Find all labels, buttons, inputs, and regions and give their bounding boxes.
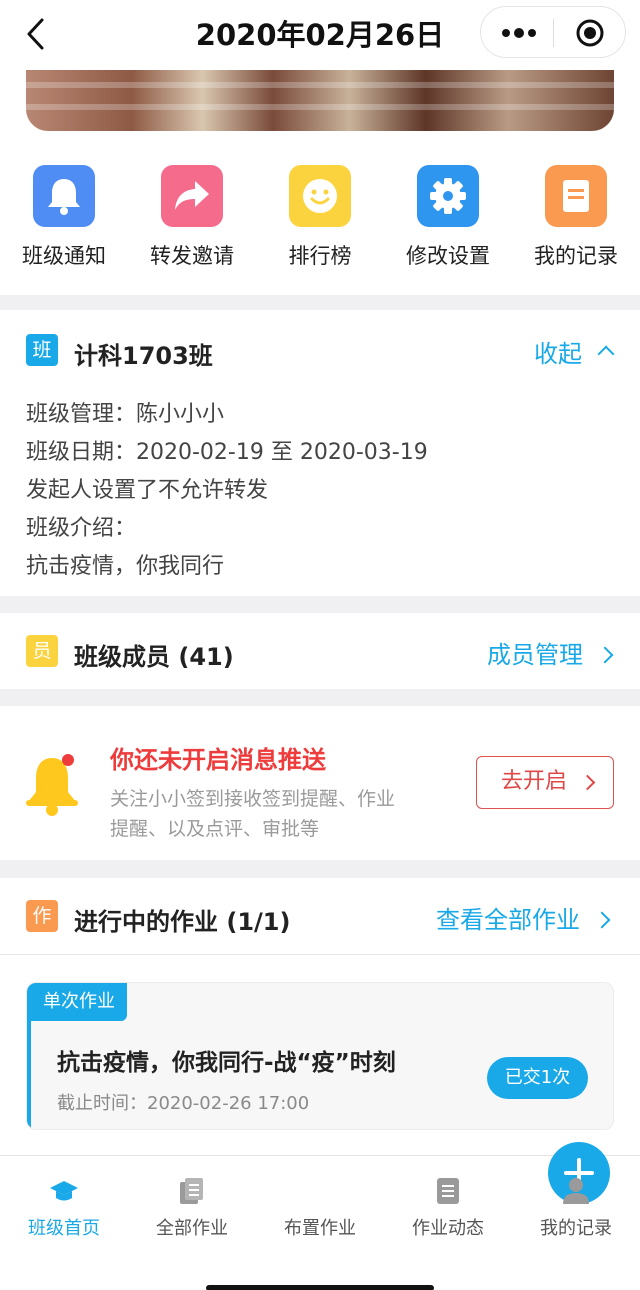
intro-label: 班级介绍： (26, 516, 137, 541)
share-icon (161, 165, 223, 227)
member-manage-label: 成员管理 (487, 641, 583, 669)
view-all-label: 查看全部作业 (436, 906, 580, 934)
push-description-line2: 提醒、以及点评、审批等 (110, 818, 320, 840)
home-indicator (206, 1285, 434, 1290)
homework-title: 抗击疫情，你我同行-战“疫”时刻 (57, 1050, 396, 1076)
submission-status-button[interactable]: 已交1次 (487, 1057, 588, 1099)
miniprogram-capsule (480, 6, 626, 58)
tab-assign-homework[interactable]: 布置作业 (256, 1142, 610, 1256)
tab-label: 我的记录 (540, 1218, 612, 1239)
divider (0, 954, 640, 955)
members-card[interactable]: 员 班级成员 (41) 成员管理 (0, 613, 640, 689)
tab-label: 班级首页 (28, 1218, 100, 1239)
homework-type-badge: 单次作业 (31, 983, 127, 1021)
members-title: 班级成员 (41) (74, 643, 234, 671)
homework-tag-badge: 作 (26, 900, 58, 932)
class-name: 计科1703班 (74, 342, 213, 370)
chevron-right-icon (596, 646, 614, 664)
chevron-right-icon (593, 911, 611, 929)
homework-section-title: 进行中的作业 (1/1) (74, 908, 291, 936)
enable-push-button[interactable]: 去开启 (476, 756, 614, 809)
gear-icon (417, 165, 479, 227)
intro-text: 抗击疫情，你我同行 (26, 554, 225, 579)
tab-label: 全部作业 (156, 1218, 228, 1239)
class-tag-badge: 班 (26, 334, 58, 366)
smile-icon (289, 165, 351, 227)
quick-action-label: 班级通知 (22, 244, 106, 268)
nav-header: 2020年02月26日 (0, 0, 640, 70)
graduation-cap-icon (50, 1181, 78, 1201)
quick-action-label: 转发邀请 (150, 244, 234, 268)
tab-all-homework[interactable]: 全部作业 (128, 1156, 256, 1256)
alert-bell-icon (26, 754, 78, 816)
tab-label: 布置作业 (284, 1218, 356, 1239)
top-section: 班级通知 转发邀请 排行榜 修改设置 我的记录 (0, 70, 640, 295)
chevron-up-icon (597, 345, 615, 363)
note-icon (545, 165, 607, 227)
user-icon (563, 1178, 589, 1204)
quick-action-settings[interactable]: 修改设置 (393, 165, 503, 270)
class-manager: 班级管理：陈小小小 (26, 402, 225, 427)
class-info-card: 班 计科1703班 收起 班级管理：陈小小小 班级日期：2020-02-19 至… (0, 310, 640, 596)
push-notification-card: 你还未开启消息推送 关注小小签到接收签到提醒、作业 提醒、以及点评、审批等 去开… (0, 706, 640, 860)
quick-action-label: 我的记录 (534, 244, 618, 268)
members-tag-badge: 员 (26, 635, 58, 667)
homework-item[interactable]: 单次作业 抗击疫情，你我同行-战“疫”时刻 截止时间：2020-02-26 17… (26, 982, 614, 1130)
tab-label: 作业动态 (412, 1218, 484, 1239)
quick-action-ranking[interactable]: 排行榜 (265, 165, 375, 270)
quick-action-share[interactable]: 转发邀请 (137, 165, 247, 270)
banner-image[interactable] (26, 70, 614, 131)
quick-action-label: 修改设置 (406, 244, 490, 268)
documents-icon (180, 1178, 203, 1204)
bottom-tab-bar: 班级首页 全部作业 布置作业 作业动态 我的记录 (0, 1142, 640, 1290)
view-all-homework-link[interactable]: 查看全部作业 (436, 900, 611, 935)
quick-action-records[interactable]: 我的记录 (521, 165, 631, 270)
document-icon (437, 1178, 459, 1204)
bell-icon (33, 165, 95, 227)
homework-card: 作 进行中的作业 (1/1) 查看全部作业 单次作业 抗击疫情，你我同行-战“疫… (0, 878, 640, 1158)
class-dates: 班级日期：2020-02-19 至 2020-03-19 (26, 440, 428, 465)
capsule-divider (553, 19, 554, 47)
forward-note: 发起人设置了不允许转发 (26, 478, 269, 503)
homework-deadline: 截止时间：2020-02-26 17:00 (57, 1093, 310, 1114)
quick-action-notice[interactable]: 班级通知 (9, 165, 119, 270)
push-description-line1: 关注小小签到接收签到提醒、作业 (110, 788, 396, 810)
collapse-toggle[interactable]: 收起 (534, 334, 615, 369)
tab-class-home[interactable]: 班级首页 (0, 1156, 128, 1256)
push-title: 你还未开启消息推送 (110, 746, 326, 774)
collapse-label: 收起 (534, 340, 582, 368)
close-target-icon[interactable] (575, 18, 605, 48)
quick-action-label: 排行榜 (288, 244, 352, 268)
chevron-right-icon (579, 774, 596, 791)
more-icon[interactable] (499, 21, 539, 45)
enable-push-label: 去开启 (501, 769, 568, 794)
member-manage-link[interactable]: 成员管理 (487, 635, 614, 670)
tab-homework-activity[interactable]: 作业动态 (384, 1156, 512, 1256)
tab-my-records[interactable]: 我的记录 (512, 1156, 640, 1256)
